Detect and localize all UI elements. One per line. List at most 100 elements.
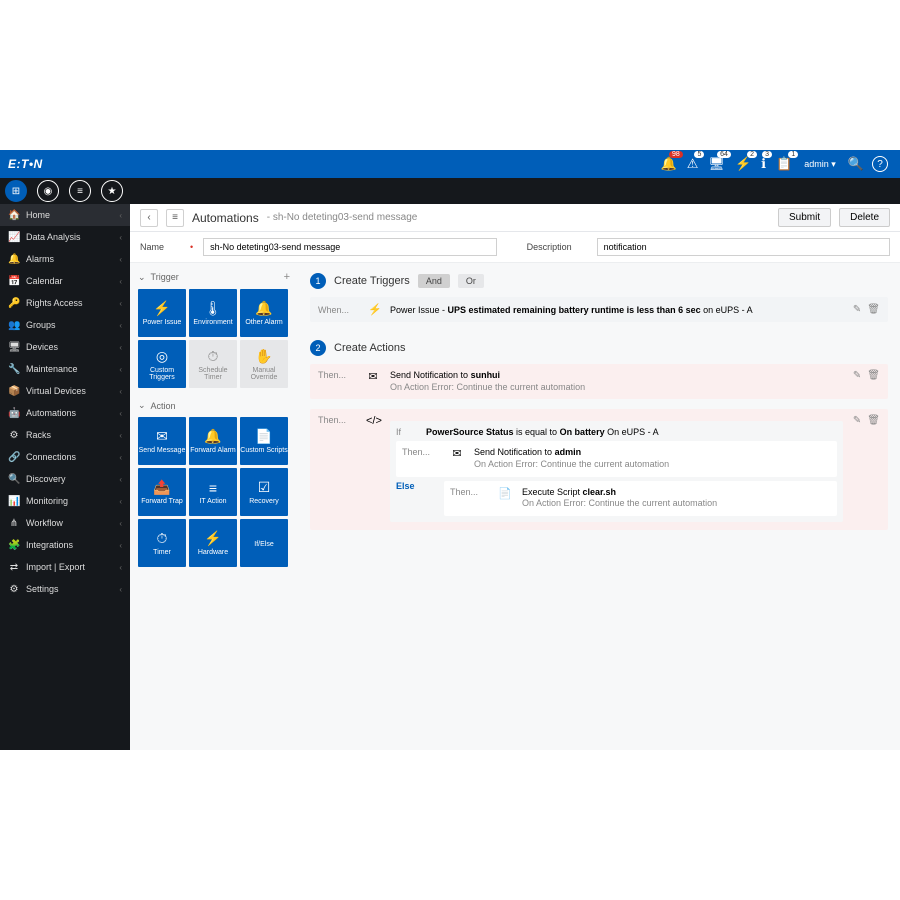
delete-icon[interactable]: 🗑 xyxy=(867,304,880,315)
sidebar-icon: ⚙ xyxy=(8,430,20,441)
palette-tile-custom-scripts[interactable]: 📄Custom Scripts xyxy=(240,417,288,465)
sidebar-item-racks[interactable]: ⚙Racks‹ xyxy=(0,424,130,446)
palette-tile-forward-trap[interactable]: 📤Forward Trap xyxy=(138,468,186,516)
chevron-icon: ‹ xyxy=(119,563,122,572)
page-header: ‹ ≡ Automations - sh-No deteting03-send … xyxy=(130,204,900,232)
sidebar-item-automations[interactable]: 🤖Automations‹ xyxy=(0,402,130,424)
sidebar-item-virtual-devices[interactable]: 📦Virtual Devices‹ xyxy=(0,380,130,402)
delete-icon[interactable]: 🗑 xyxy=(867,370,880,381)
nested-action-1: Send Notification to admin On Action Err… xyxy=(474,447,669,470)
chevron-icon: ‹ xyxy=(119,255,122,264)
chevron-icon: ‹ xyxy=(119,475,122,484)
palette-tile-send-message[interactable]: ✉Send Message xyxy=(138,417,186,465)
action-section-header[interactable]: ⌄ Action xyxy=(138,400,290,411)
sidebar-item-import-export[interactable]: ⇄Import | Export‹ xyxy=(0,556,130,578)
notification-area: 🔔98 ⚠5 🖥64 ⚡2 ℹ3 📋1 xyxy=(661,156,793,172)
power-icon: ⚡ xyxy=(368,303,382,316)
mail-icon: ✉ xyxy=(366,370,380,383)
brand-logo: E:T•N xyxy=(8,157,43,171)
submit-button[interactable]: Submit xyxy=(778,208,831,227)
edit-icon[interactable]: ✎ xyxy=(853,370,861,381)
sidebar-item-rights-access[interactable]: 🔑Rights Access‹ xyxy=(0,292,130,314)
chevron-icon: ‹ xyxy=(119,409,122,418)
chevron-icon: ‹ xyxy=(119,519,122,528)
palette-tile-other-alarm[interactable]: 🔔Other Alarm xyxy=(240,289,288,337)
if-condition: If PowerSource Status is equal to On bat… xyxy=(396,427,837,437)
tab-globe-icon[interactable]: ◉ xyxy=(37,180,59,202)
palette-tile-power-issue[interactable]: ⚡Power Issue xyxy=(138,289,186,337)
trigger-grid: ⚡Power Issue🌡Environment🔔Other Alarm ◎Cus… xyxy=(138,289,290,388)
chevron-icon: ‹ xyxy=(119,431,122,440)
sidebar-icon: 🔑 xyxy=(8,298,20,309)
palette-tile-it-action[interactable]: ≡IT Action xyxy=(189,468,237,516)
page-title: Automations xyxy=(192,211,259,225)
notification-icon[interactable]: ℹ3 xyxy=(761,156,766,172)
tab-list-icon[interactable]: ≡ xyxy=(69,180,91,202)
trigger-text: Power Issue - UPS estimated remaining ba… xyxy=(390,305,753,315)
sidebar-icon: 📅 xyxy=(8,276,20,287)
or-chip[interactable]: Or xyxy=(458,274,484,288)
sidebar-icon: ⋔ xyxy=(8,518,20,529)
sidebar-item-discovery[interactable]: 🔍Discovery‹ xyxy=(0,468,130,490)
delete-button[interactable]: Delete xyxy=(839,208,890,227)
palette-tile-timer[interactable]: ⏱Timer xyxy=(138,519,186,567)
sidebar-item-data-analysis[interactable]: 📈Data Analysis‹ xyxy=(0,226,130,248)
back-button[interactable]: ‹ xyxy=(140,209,158,227)
trigger-block: When... ⚡ Power Issue - UPS estimated re… xyxy=(310,297,888,322)
notification-icon[interactable]: ⚠5 xyxy=(687,156,699,172)
chevron-icon: ‹ xyxy=(119,211,122,220)
sidebar-item-home[interactable]: 🏠Home‹ xyxy=(0,204,130,226)
when-label: When... xyxy=(318,305,360,315)
sidebar-item-calendar[interactable]: 📅Calendar‹ xyxy=(0,270,130,292)
palette-tile-environment[interactable]: 🌡Environment xyxy=(189,289,237,337)
sidebar-item-connections[interactable]: 🔗Connections‹ xyxy=(0,446,130,468)
palette-tile-forward-alarm[interactable]: 🔔Forward Alarm xyxy=(189,417,237,465)
and-chip[interactable]: And xyxy=(418,274,450,288)
sidebar-icon: 🖥 xyxy=(8,342,20,353)
sidebar-item-maintenance[interactable]: 🔧Maintenance‹ xyxy=(0,358,130,380)
delete-icon[interactable]: 🗑 xyxy=(867,415,880,426)
user-menu[interactable]: admin ▾ xyxy=(804,159,836,170)
notification-icon[interactable]: 🔔98 xyxy=(661,156,677,172)
sidebar-item-devices[interactable]: 🖥Devices‹ xyxy=(0,336,130,358)
palette-tile-hardware[interactable]: ⚡Hardware xyxy=(189,519,237,567)
palette: ⌄ Trigger + ⚡Power Issue🌡Environment🔔Oth… xyxy=(130,263,298,750)
search-icon[interactable]: 🔍 xyxy=(848,156,864,172)
palette-tile-recovery[interactable]: ☑Recovery xyxy=(240,468,288,516)
then-label: Then... xyxy=(318,370,356,380)
form-row: Name • Description xyxy=(130,232,900,263)
edit-icon[interactable]: ✎ xyxy=(853,415,861,426)
sidebar-item-integrations[interactable]: 🧩Integrations‹ xyxy=(0,534,130,556)
menu-button[interactable]: ≡ xyxy=(166,209,184,227)
sidebar-item-workflow[interactable]: ⋔Workflow‹ xyxy=(0,512,130,534)
sidebar-icon: 🏠 xyxy=(8,210,20,221)
notification-icon[interactable]: ⚡2 xyxy=(735,156,751,172)
palette-tile-if-else[interactable]: If/Else xyxy=(240,519,288,567)
tab-grid-icon[interactable]: ⊞ xyxy=(5,180,27,202)
edit-icon[interactable]: ✎ xyxy=(853,304,861,315)
chevron-icon: ‹ xyxy=(119,453,122,462)
sidebar-icon: ⚙ xyxy=(8,584,20,595)
sidebar-icon: 🔔 xyxy=(8,254,20,265)
notification-icon[interactable]: 📋1 xyxy=(776,156,792,172)
then-label: Then... xyxy=(318,415,356,425)
sidebar-item-monitoring[interactable]: 📊Monitoring‹ xyxy=(0,490,130,512)
name-input[interactable] xyxy=(203,238,496,256)
desc-label: Description xyxy=(527,242,587,252)
chevron-icon: ‹ xyxy=(119,365,122,374)
notification-icon[interactable]: 🖥64 xyxy=(708,156,725,172)
sidebar-item-groups[interactable]: 👥Groups‹ xyxy=(0,314,130,336)
chevron-icon: ‹ xyxy=(119,497,122,506)
desc-input[interactable] xyxy=(597,238,890,256)
help-icon[interactable]: ? xyxy=(872,156,888,172)
add-trigger-icon[interactable]: + xyxy=(284,271,290,283)
sidebar-icon: 📊 xyxy=(8,496,20,507)
action-block-2: Then... </> If PowerSource Status is equ… xyxy=(310,409,888,530)
nested-action-else: Execute Script clear.sh On Action Error:… xyxy=(522,487,717,510)
sidebar-item-settings[interactable]: ⚙Settings‹ xyxy=(0,578,130,600)
sidebar-item-alarms[interactable]: 🔔Alarms‹ xyxy=(0,248,130,270)
palette-tile-custom-triggers[interactable]: ◎Custom Triggers xyxy=(138,340,186,388)
builder-canvas: 1 Create Triggers And Or When... ⚡ Power… xyxy=(298,263,900,750)
trigger-section-header[interactable]: ⌄ Trigger + xyxy=(138,271,290,283)
tab-star-icon[interactable]: ★ xyxy=(101,180,123,202)
